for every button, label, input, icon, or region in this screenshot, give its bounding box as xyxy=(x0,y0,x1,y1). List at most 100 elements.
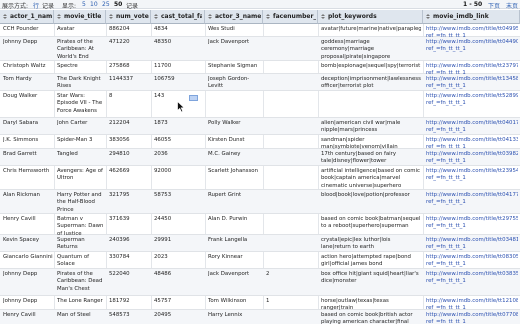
cell-cast-total-facebook-likes: 29991 xyxy=(154,237,172,243)
cell-movie-title: Harry Potter and the Half-Blood Prince xyxy=(57,192,102,213)
table-row[interactable]: Henry Cavill Batman v Superman: Dawn of … xyxy=(0,214,520,237)
table-row[interactable]: Daryl Sabara John Carter 212204 1873 Pol… xyxy=(0,118,520,135)
cell-plot-keywords: based on comic book|batman|sequel to a r… xyxy=(321,216,421,230)
table-row[interactable]: Kevin Spacey Superman Returns 240396 299… xyxy=(0,235,520,252)
sort-icon[interactable] xyxy=(208,14,213,19)
cell-actor-3-name: Kirsten Dunst xyxy=(208,137,245,143)
next-page-link[interactable]: 下页 xyxy=(488,1,500,10)
table-row[interactable]: Johnny Depp The Lone Ranger 181792 45757… xyxy=(0,296,520,311)
cell-movie-imdb-link[interactable]: http://www.imdb.com/title/tt2975590/?ref… xyxy=(426,216,518,231)
sort-icon[interactable] xyxy=(109,14,114,19)
cell-plot-keywords: based on comic book|british actor playin… xyxy=(321,312,413,324)
page-size-25[interactable]: 25 xyxy=(102,1,110,8)
page-size-50[interactable]: 50 xyxy=(114,1,122,8)
column-header-cast-total-facebook-likes[interactable]: cast_total_facebook_likes xyxy=(151,10,205,24)
cell-movie-imdb-link[interactable]: http://www.imdb.com/title/tt0449088/?ref… xyxy=(426,39,518,54)
table-row[interactable]: Henry Cavill Man of Steel 548573 20495 H… xyxy=(0,310,520,324)
column-header-actor-3-name[interactable]: actor_3_name xyxy=(205,10,263,24)
sort-icon[interactable] xyxy=(266,14,271,19)
column-header-num-voted-users[interactable]: num_voted_users xyxy=(106,10,151,24)
cell-movie-title: Spider-Man 3 xyxy=(57,137,93,143)
sort-icon[interactable] xyxy=(321,14,326,19)
cell-num-voted-users: 294810 xyxy=(109,151,130,157)
table-row[interactable]: Chris Hemsworth Avengers: Age of Ultron … xyxy=(0,166,520,190)
cell-movie-imdb-link[interactable]: http://www.imdb.com/title/tt1345836/?ref… xyxy=(426,76,518,91)
cell-actor-1-name: Johnny Depp xyxy=(3,271,38,277)
cell-num-voted-users: 212204 xyxy=(109,120,130,126)
cell-actor-1-name: J.K. Simmons xyxy=(3,137,39,143)
cell-plot-keywords: alien|american civil war|male nipple|mar… xyxy=(321,120,401,134)
cell-cast-total-facebook-likes: 46055 xyxy=(154,137,172,143)
cell-num-voted-users: 522040 xyxy=(109,271,130,277)
table-row[interactable]: Doug Walker Star Wars: Episode VII - The… xyxy=(0,91,520,118)
page-size-5[interactable]: 5 xyxy=(82,1,86,8)
column-header-plot-keywords[interactable]: plot_keywords xyxy=(318,10,423,24)
column-header-label: num_voted_users xyxy=(116,13,149,20)
column-header-movie-imdb-link[interactable]: movie_imdb_link xyxy=(423,10,520,24)
cell-movie-imdb-link[interactable]: http://www.imdb.com/title/tt0417741/?ref… xyxy=(426,192,518,207)
cell-actor-1-name: Giancarlo Giannini xyxy=(3,254,53,260)
cell-num-voted-users: 462669 xyxy=(109,168,130,174)
cell-movie-imdb-link[interactable]: http://www.imdb.com/title/tt5289954/?ref… xyxy=(426,93,518,108)
table-row[interactable]: Christoph Waltz Spectre 275868 11700 Ste… xyxy=(0,61,520,76)
cell-actor-1-name: Alan Rickman xyxy=(3,192,40,198)
sort-icon[interactable] xyxy=(3,14,8,19)
cell-actor-3-name: Joseph Gordon-Levitt xyxy=(208,76,250,90)
cell-num-voted-users: 321795 xyxy=(109,192,130,198)
cell-actor-1-name: Christoph Waltz xyxy=(3,63,46,69)
last-page-link[interactable]: 末页 xyxy=(506,1,518,10)
table-row[interactable]: Alan Rickman Harry Potter and the Half-B… xyxy=(0,190,520,214)
cell-plot-keywords: deception|imprisonment|lawlessness|polic… xyxy=(321,76,421,90)
cell-movie-title: The Dark Knight Rises xyxy=(57,76,101,90)
page-size-10[interactable]: 10 xyxy=(90,1,98,8)
column-header-movie-title[interactable]: movie_title xyxy=(54,10,106,24)
column-header-label: actor_1_name xyxy=(10,13,52,20)
cell-movie-title: Avatar xyxy=(57,26,75,32)
cell-movie-title: John Carter xyxy=(57,120,88,126)
display-mode-row-link[interactable]: 行 xyxy=(33,1,39,10)
records-suffix: 记录 xyxy=(126,3,139,10)
cell-num-voted-users: 548573 xyxy=(109,312,130,318)
table-row[interactable]: J.K. Simmons Spider-Man 3 383056 46055 K… xyxy=(0,135,520,150)
table-row[interactable]: Johnny Depp Pirates of the Caribbean: At… xyxy=(0,37,520,61)
table-row[interactable]: Brad Garrett Tangled 294810 2036 M.C. Ga… xyxy=(0,149,520,166)
cell-cast-total-facebook-likes: 24450 xyxy=(154,216,172,222)
cell-num-voted-users: 240396 xyxy=(109,237,130,243)
cell-actor-1-name: Chris Hemsworth xyxy=(3,168,50,174)
display-mode-record-link[interactable]: 记录 xyxy=(42,1,54,10)
cell-movie-imdb-link[interactable]: http://www.imdb.com/title/tt0401729/?ref… xyxy=(426,120,518,135)
table-row[interactable]: Giancarlo Giannini Quantum of Solace 330… xyxy=(0,252,520,275)
cell-plot-keywords: avatar|future|marine|native|paraplegic xyxy=(321,26,421,32)
sort-icon[interactable] xyxy=(57,14,62,19)
cell-plot-keywords: artificial intelligence|based on comic b… xyxy=(321,168,420,189)
cell-movie-imdb-link[interactable]: http://www.imdb.com/title/tt0348150/?ref… xyxy=(426,237,518,252)
column-header-label: plot_keywords xyxy=(328,13,377,20)
column-header-facenumber-in-poster[interactable]: facenumber_in_poster xyxy=(263,10,318,24)
cell-cast-total-facebook-likes: 2023 xyxy=(154,254,168,260)
cell-cast-total-facebook-likes: 11700 xyxy=(154,63,172,69)
sort-icon[interactable] xyxy=(426,14,431,19)
cell-movie-imdb-link[interactable]: http://www.imdb.com/title/tt0383574/?ref… xyxy=(426,271,518,286)
cell-actor-3-name: Stephanie Sigman xyxy=(208,63,258,69)
cell-movie-imdb-link[interactable]: http://www.imdb.com/title/tt2395427/?ref… xyxy=(426,168,518,183)
cell-actor-1-name: Brad Garrett xyxy=(3,151,37,157)
cell-cast-total-facebook-likes: 92000 xyxy=(154,168,172,174)
cell-actor-3-name: Tom Wilkinson xyxy=(208,298,247,304)
cell-movie-title: Tangled xyxy=(57,151,78,157)
cell-movie-imdb-link[interactable]: http://www.imdb.com/title/tt0770828/?ref… xyxy=(426,312,518,324)
inline-edit-input[interactable] xyxy=(189,95,198,101)
cell-plot-keywords: goddess|marriage ceremony|marriage propo… xyxy=(321,39,391,60)
cell-movie-imdb-link[interactable]: http://www.imdb.com/title/tt0398286/?ref… xyxy=(426,151,518,166)
cell-actor-3-name: M.C. Gainey xyxy=(208,151,241,157)
cell-cast-total-facebook-likes: 48350 xyxy=(154,39,172,45)
column-header-actor-1-name[interactable]: actor_1_name xyxy=(0,10,54,24)
sort-icon[interactable] xyxy=(154,14,159,19)
table-row[interactable]: Johnny Depp Pirates of the Caribbean: De… xyxy=(0,269,520,296)
cell-movie-imdb-link[interactable]: http://www.imdb.com/title/tt0830515/?ref… xyxy=(426,254,518,269)
cell-actor-3-name: Jack Davenport xyxy=(208,39,250,45)
cell-num-voted-users: 471220 xyxy=(109,39,130,45)
table-row[interactable]: Tom Hardy The Dark Knight Rises 1144337 … xyxy=(0,74,520,91)
show-label: 显示: xyxy=(62,3,77,10)
table-row[interactable]: CCH Pounder Avatar 886204 4834 Wes Studi… xyxy=(0,24,520,39)
cell-actor-3-name: Harry Lennix xyxy=(208,312,243,318)
